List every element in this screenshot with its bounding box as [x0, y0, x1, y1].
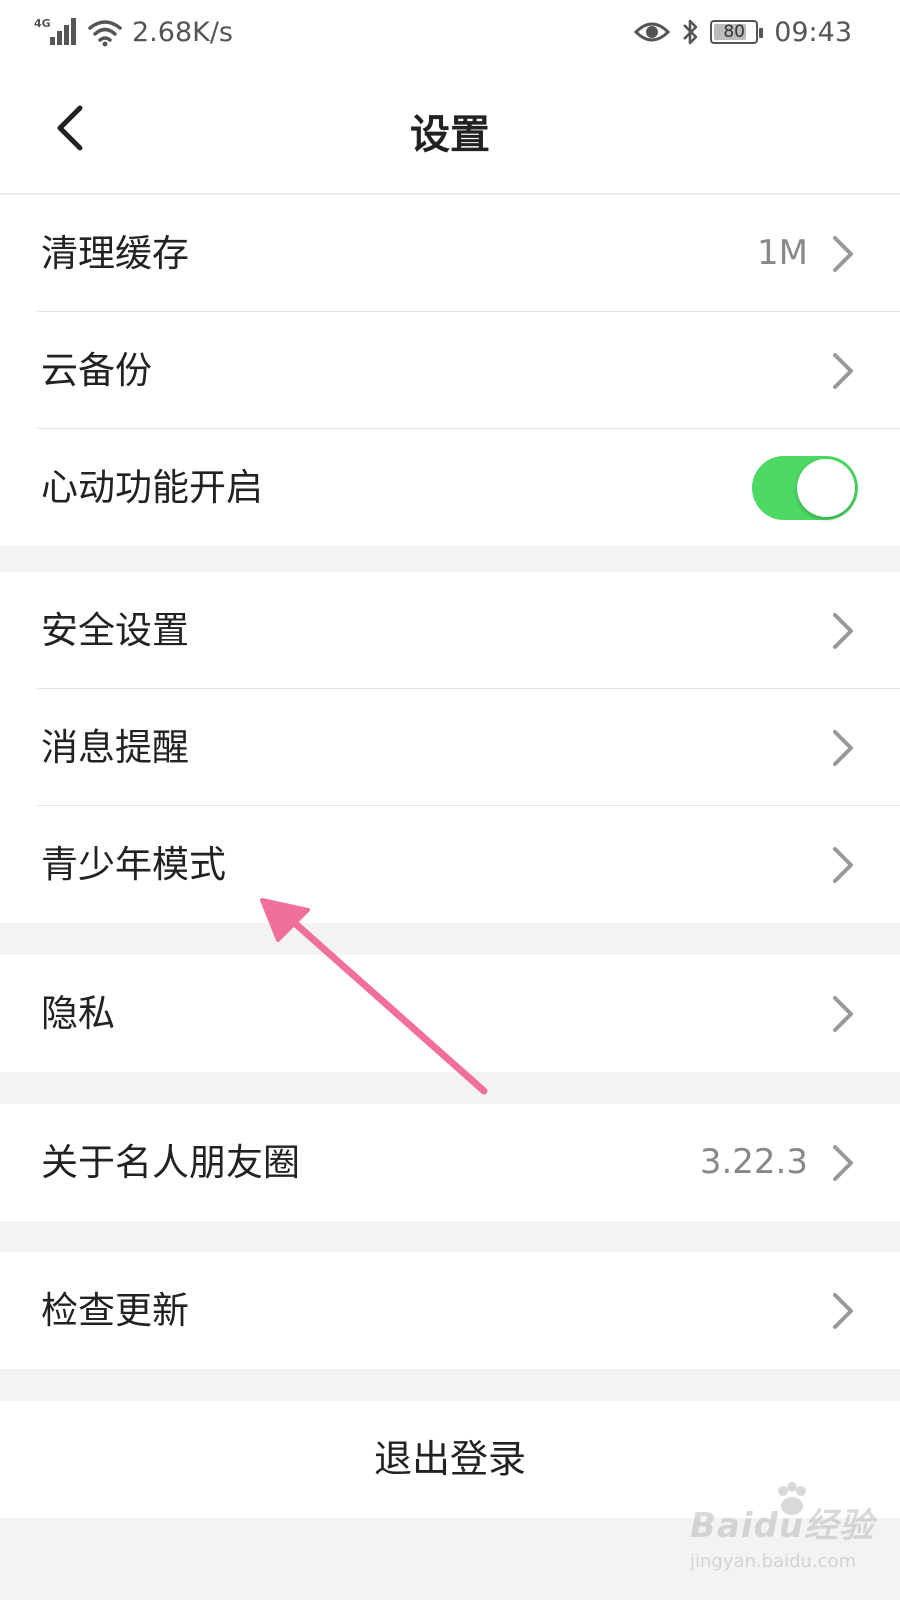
row-heartbeat-feature: 心动功能开启: [0, 429, 900, 546]
signal-icon: 4G: [34, 15, 78, 49]
settings-group-privacy: 隐私: [0, 955, 900, 1072]
row-label: 关于名人朋友圈: [41, 1141, 300, 1184]
clock: 09:43: [774, 16, 852, 48]
bluetooth-icon: [683, 19, 698, 45]
row-label: 清理缓存: [41, 232, 189, 275]
nav-header: 设置: [0, 62, 900, 194]
row-label: 检查更新: [41, 1289, 189, 1332]
chevron-right-icon: [833, 1293, 853, 1329]
row-label: 云备份: [41, 349, 152, 392]
row-teen-mode[interactable]: 青少年模式: [0, 806, 900, 923]
toggle-knob: [797, 459, 855, 517]
chevron-right-icon: [833, 730, 853, 766]
page-title: 设置: [410, 112, 490, 158]
paw-icon: [778, 1482, 806, 1515]
row-label: 青少年模式: [41, 843, 226, 886]
row-notifications[interactable]: 消息提醒: [0, 689, 900, 806]
watermark: Baidu经验 jingyan.baidu.com: [690, 1480, 880, 1580]
chevron-right-icon: [833, 996, 853, 1032]
row-label: 隐私: [41, 992, 115, 1035]
chevron-right-icon: [833, 847, 853, 883]
status-bar: 4G 2.68K/s 80 09:43: [0, 0, 900, 62]
settings-screen: 4G 2.68K/s 80 09:43 设置 清理缓存 1M 云备份 心动功能开…: [0, 0, 900, 1600]
cache-size: 1M: [757, 233, 808, 273]
battery-icon: 80: [710, 20, 764, 44]
eye-icon: [634, 22, 671, 42]
row-about[interactable]: 关于名人朋友圈 3.22.3: [0, 1104, 900, 1221]
row-label: 安全设置: [41, 609, 189, 652]
chevron-right-icon: [833, 613, 853, 649]
settings-group-security: 安全设置 消息提醒 青少年模式: [0, 572, 900, 923]
battery-level: 80: [723, 22, 745, 42]
heartbeat-toggle[interactable]: [752, 456, 858, 520]
app-version: 3.22.3: [699, 1142, 808, 1182]
watermark-sub: jingyan.baidu.com: [690, 1551, 857, 1572]
settings-group-update: 检查更新: [0, 1252, 900, 1369]
row-label: 心动功能开启: [41, 466, 263, 509]
network-type: 4G: [34, 17, 51, 30]
row-cloud-backup[interactable]: 云备份: [0, 312, 900, 429]
wifi-icon: [88, 20, 122, 47]
row-security-settings[interactable]: 安全设置: [0, 572, 900, 689]
row-label: 消息提醒: [41, 726, 189, 769]
network-speed: 2.68K/s: [132, 16, 233, 48]
settings-group-storage: 清理缓存 1M 云备份 心动功能开启: [0, 195, 900, 546]
settings-group-about: 关于名人朋友圈 3.22.3: [0, 1104, 900, 1221]
chevron-right-icon: [833, 1145, 853, 1181]
chevron-right-icon: [833, 236, 853, 272]
row-clear-cache[interactable]: 清理缓存 1M: [0, 195, 900, 312]
row-check-update[interactable]: 检查更新: [0, 1252, 900, 1369]
chevron-right-icon: [833, 353, 853, 389]
row-privacy[interactable]: 隐私: [0, 955, 900, 1072]
